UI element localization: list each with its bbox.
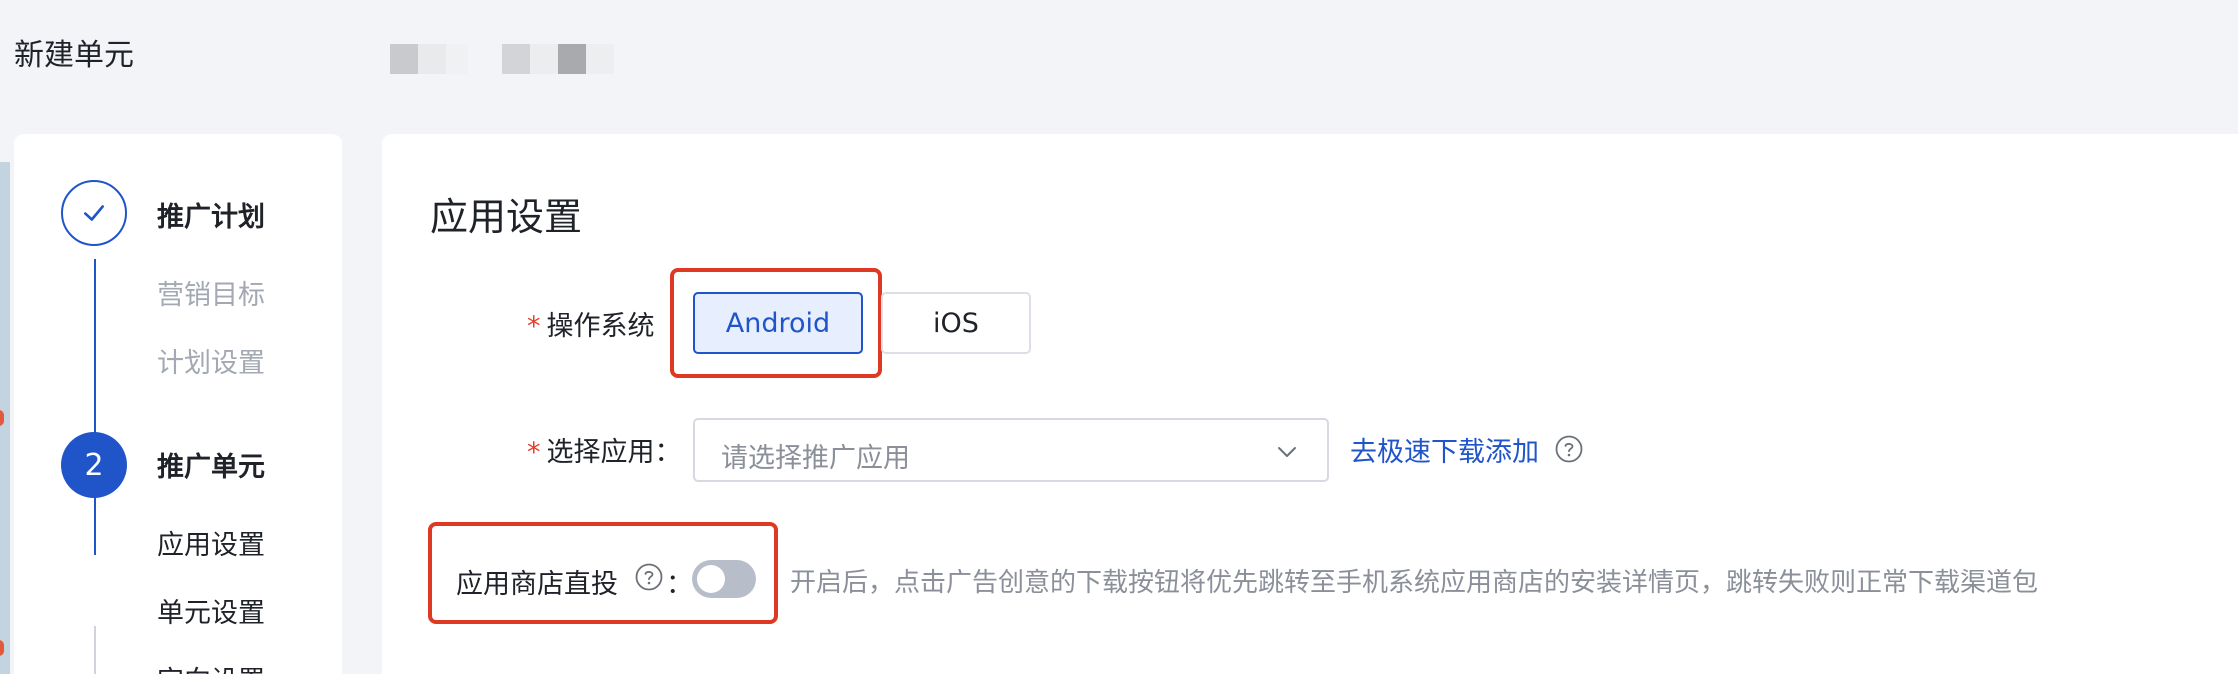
toggle-knob <box>697 565 725 593</box>
app-settings-card: 应用设置 * 操作系统 Android iOS * 选择应用： 请选择推广应用 去极… <box>382 134 2238 674</box>
app-select-label-colon: ： <box>654 437 682 468</box>
step-connector <box>94 259 96 555</box>
check-icon <box>84 205 104 221</box>
redacted-block <box>446 44 468 74</box>
redacted-block <box>390 44 418 74</box>
os-option-android[interactable]: Android <box>693 292 863 354</box>
steps-sidebar: 推广计划 营销目标 计划设置 2 推广单元 应用设置 单元设置 定向设置 <box>14 134 342 674</box>
step-title-unit[interactable]: 推广单元 <box>157 445 265 484</box>
app-select-dropdown[interactable]: 请选择推广应用 <box>693 418 1329 482</box>
step-title-plan[interactable]: 推广计划 <box>157 195 265 234</box>
help-circle-icon[interactable] <box>1554 434 1584 464</box>
required-mark: * <box>527 311 541 342</box>
step-connector <box>94 626 96 674</box>
store-direct-toggle[interactable] <box>692 560 756 598</box>
page-title: 新建单元 <box>14 38 134 73</box>
required-mark: * <box>527 437 541 468</box>
chevron-down-icon <box>1278 447 1296 457</box>
store-direct-label: 应用商店直投 <box>456 569 618 600</box>
step-item-unit-settings[interactable]: 单元设置 <box>157 591 265 630</box>
step-item-marketing-goal[interactable]: 营销目标 <box>157 273 265 312</box>
redacted-block <box>502 44 530 74</box>
step-item-app-settings[interactable]: 应用设置 <box>157 523 265 562</box>
os-label-text: 操作系统 <box>546 311 655 342</box>
redacted-block <box>418 44 446 74</box>
redacted-block <box>530 44 558 74</box>
redacted-block <box>558 44 586 74</box>
store-direct-description: 开启后，点击广告创意的下载按钮将优先跳转至手机系统应用商店的安装详情页，跳转失败… <box>790 568 2039 598</box>
step-done-indicator <box>61 180 127 246</box>
store-direct-colon: ： <box>666 569 693 600</box>
step-active-indicator: 2 <box>61 432 127 498</box>
app-select-label: * 选择应用： <box>527 430 682 469</box>
quick-download-add-link[interactable]: 去极速下载添加 <box>1350 430 1539 469</box>
page: 新建单元 推广计划 营销目标 计划设置 2 推广单元 应用设置 单元设置 定向设… <box>0 0 2238 674</box>
app-select-placeholder: 请选择推广应用 <box>721 443 910 474</box>
os-label: * 操作系统 <box>527 304 655 343</box>
section-title: 应用设置 <box>430 195 583 239</box>
step-item-plan-settings[interactable]: 计划设置 <box>157 341 265 380</box>
step-item-targeting-settings[interactable]: 定向设置 <box>157 659 265 674</box>
help-circle-icon[interactable] <box>634 562 664 592</box>
app-select-label-text: 选择应用 <box>546 437 655 468</box>
redacted-block <box>586 44 614 74</box>
os-option-ios[interactable]: iOS <box>881 292 1031 354</box>
